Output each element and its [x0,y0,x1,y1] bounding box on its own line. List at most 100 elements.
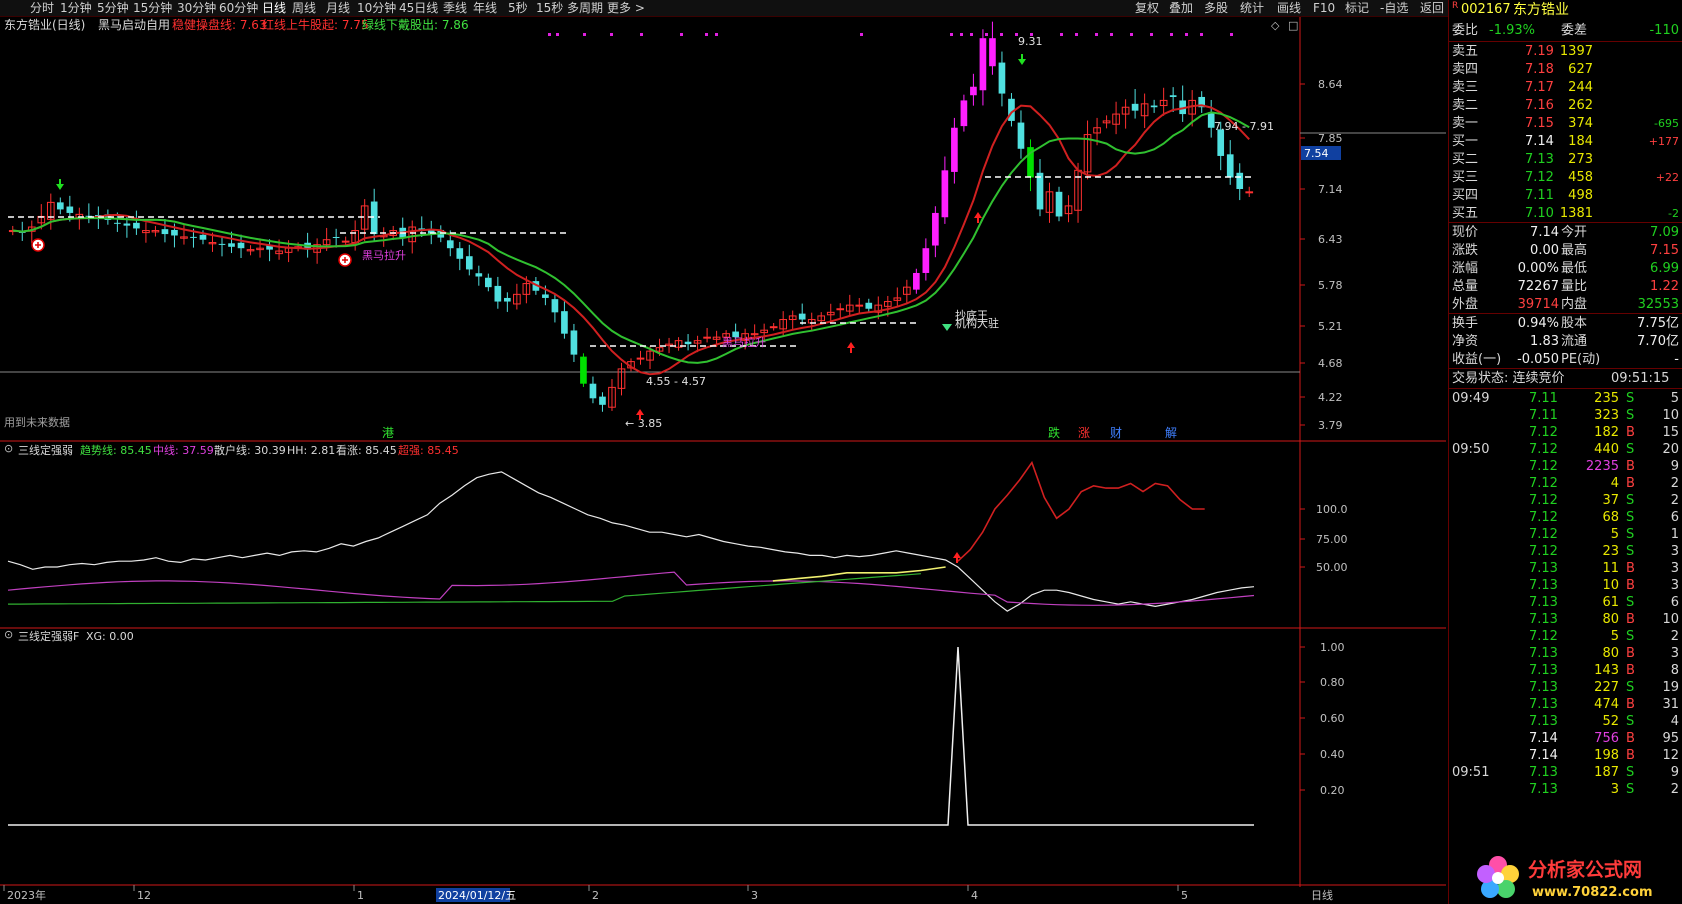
chart-area[interactable]: 东方锆业(日线) 黑马启动自用 稳健操盘线: 7.63 红线上牛股起: 7.75 绿线下… [0,17,1446,904]
tick-price: 7.13 [1529,646,1558,661]
tick-row[interactable]: 7.12 5 S 1 [1449,526,1682,544]
toolbar-action-5[interactable]: F10 [1313,0,1335,16]
book-price: 7.15 [1525,116,1554,131]
price-tick-label: 4.68 [1318,357,1343,370]
period-tab-4[interactable]: 30分钟 [177,0,216,16]
toolbar-action-0[interactable]: 复权 [1135,0,1159,16]
tick-count: 2 [1670,629,1679,644]
signal-dot [1170,33,1173,36]
tick-row[interactable]: 7.13 227 S 19 [1449,679,1682,697]
tick-row[interactable]: 7.13 80 B 3 [1449,645,1682,663]
toolbar-action-1[interactable]: 叠加 [1169,0,1193,16]
tick-row[interactable]: 7.13 10 B 3 [1449,577,1682,595]
kline-chart-svg[interactable]: 东方锆业(日线) 黑马启动自用 稳健操盘线: 7.63红线上牛股起: 7.75绿线下… [0,17,1446,904]
book-volume: 498 [1568,188,1593,203]
period-tab-10[interactable]: 45日线 [399,0,438,16]
period-tab-7[interactable]: 周线 [292,0,316,16]
tick-row[interactable]: 7.12 23 S 3 [1449,543,1682,561]
book-change: +177 [1648,135,1679,148]
period-tab-6[interactable]: 日线 [262,0,286,16]
tick-row[interactable]: 09:51 7.13 187 S 9 [1449,764,1682,782]
period-tab-5[interactable]: 60分钟 [219,0,258,16]
tick-row[interactable]: 7.12 2235 B 9 [1449,458,1682,476]
candle-body [989,38,996,67]
candle-body [66,206,74,213]
period-tab-14[interactable]: 15秒 [536,0,563,16]
bid-row[interactable]: 买四 7.11 498 [1449,187,1682,205]
ask-row[interactable]: 卖五 7.19 1397 [1449,43,1682,61]
ask-row[interactable]: 卖一 7.15 374 -695 [1449,115,1682,133]
indicator1-rise: 看涨: 85.45 [336,443,397,457]
tick-side: B [1626,476,1635,491]
tick-row[interactable]: 7.11 323 S 10 [1449,407,1682,425]
toolbar-action-8[interactable]: 返回 [1420,0,1444,16]
stat-label: PE(动) [1561,352,1601,367]
tick-row[interactable]: 7.13 474 B 31 [1449,696,1682,714]
period-tab-3[interactable]: 15分钟 [133,0,172,16]
period-tab-11[interactable]: 季线 [443,0,467,16]
quote-panel: R 002167 东方锆业 委比 -1.93% 委差 -110 卖五 7.19 13… [1448,0,1682,904]
tick-row[interactable]: 7.13 143 B 8 [1449,662,1682,680]
candle-body [589,383,597,399]
signal-dot [860,33,863,36]
tick-row[interactable]: 7.13 52 S 4 [1449,713,1682,731]
tick-count: 6 [1670,510,1679,525]
stat-value: -0.050 [1517,352,1559,367]
period-tab-13[interactable]: 5秒 [508,0,528,16]
indicator-name: 黑马启动自用 [98,18,170,32]
tick-row[interactable]: 7.12 182 B 15 [1449,424,1682,442]
tick-row[interactable]: 7.12 5 S 2 [1449,628,1682,646]
tick-row[interactable]: 7.13 3 S 2 [1449,781,1682,799]
period-tab-9[interactable]: 10分钟 [357,0,396,16]
bid-row[interactable]: 买二 7.13 273 [1449,151,1682,169]
bid-row[interactable]: 买三 7.12 458 +22 [1449,169,1682,187]
tick-row[interactable]: 7.13 61 S 6 [1449,594,1682,612]
tick-time: 09:51 [1452,765,1490,780]
tick-row[interactable]: 7.12 68 S 6 [1449,509,1682,527]
trend-line [8,573,921,605]
toolbar-action-6[interactable]: 标记 [1345,0,1369,16]
stat-value: 7.14 [1530,225,1559,240]
candle-body [1055,191,1063,217]
tick-row[interactable]: 09:49 7.11 235 S 5 [1449,390,1682,408]
tick-price: 7.14 [1529,731,1558,746]
event-marker: 涨 [1078,425,1090,440]
period-tab-16[interactable]: 更多 > [607,0,645,16]
period-tab-15[interactable]: 多周期 [567,0,603,16]
tick-row[interactable]: 7.12 37 S 2 [1449,492,1682,510]
period-tab-0[interactable]: 分时 [30,0,54,16]
tick-row[interactable]: 7.13 11 B 3 [1449,560,1682,578]
tick-row[interactable]: 09:50 7.12 440 S 20 [1449,441,1682,459]
candle-body [341,240,350,243]
price-tick-label: 8.64 [1318,78,1343,91]
candle-body [970,86,977,96]
toolbar-action-3[interactable]: 统计 [1240,0,1264,16]
tick-row[interactable]: 7.12 4 B 2 [1449,475,1682,493]
period-tab-1[interactable]: 1分钟 [60,0,92,16]
ask-row[interactable]: 卖三 7.17 244 [1449,79,1682,97]
tick-row[interactable]: 7.14 756 B 95 [1449,730,1682,748]
ind1-tick-label: 75.00 [1316,533,1348,546]
period-tab-8[interactable]: 月线 [326,0,350,16]
ask-row[interactable]: 卖二 7.16 262 [1449,97,1682,115]
tick-row[interactable]: 7.14 198 B 12 [1449,747,1682,765]
ind1-tick-label: 50.00 [1316,561,1348,574]
tick-volume: 198 [1594,748,1619,763]
book-price: 7.13 [1525,152,1554,167]
toolbar-action-2[interactable]: 多股 [1204,0,1228,16]
tick-side: S [1626,629,1635,644]
toolbar-action-7[interactable]: -自选 [1380,0,1408,16]
period-tab-2[interactable]: 5分钟 [97,0,129,16]
tick-side: B [1626,612,1635,627]
tick-row[interactable]: 7.13 80 B 10 [1449,611,1682,629]
bid-row[interactable]: 买五 7.10 1381 -2 [1449,205,1682,223]
ask-row[interactable]: 卖四 7.18 627 [1449,61,1682,79]
toolbar-action-4[interactable]: 画线 [1277,0,1301,16]
book-volume: 1381 [1559,206,1593,221]
bid-row[interactable]: 买一 7.14 184 +177 [1449,133,1682,151]
range-label: 4.55 - 4.57 [646,375,706,388]
strong-line [957,460,1205,562]
tick-volume: 68 [1602,510,1619,525]
stat-value: 7.15 [1650,243,1679,258]
period-tab-12[interactable]: 年线 [473,0,497,16]
